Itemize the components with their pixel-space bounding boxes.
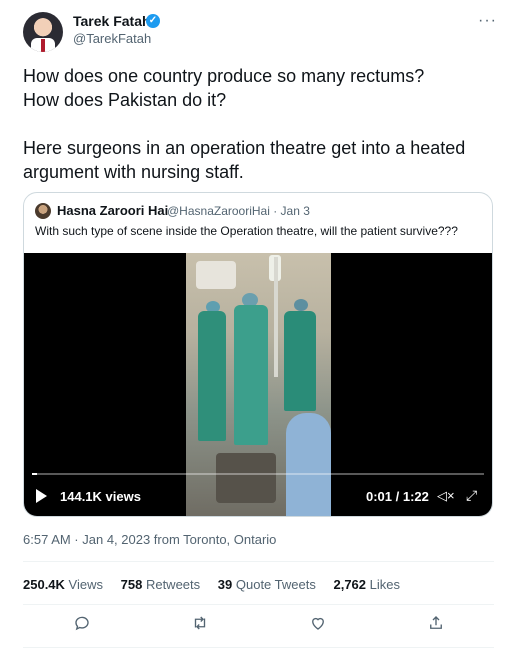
iv-pole — [274, 257, 278, 377]
share-icon[interactable] — [427, 614, 451, 638]
tweet-text: How does one country produce so many rec… — [23, 64, 503, 184]
staff-figure — [286, 413, 331, 516]
divider — [23, 604, 494, 605]
quotes-label: Quote Tweets — [235, 577, 316, 592]
video-progress-fill — [32, 473, 37, 475]
views-label: Views — [68, 577, 103, 592]
tweet-stats: 250.4K Views 758 Retweets 39 Quote Tweet… — [23, 577, 414, 592]
quotes-count: 39 — [217, 577, 233, 592]
quoted-author-handle-date: @HasnaZarooriHai · Jan 3 — [167, 204, 310, 218]
likes-label: Likes — [369, 577, 401, 592]
author-name[interactable]: Tarek Fatah — [73, 13, 151, 29]
floor-equipment — [216, 453, 276, 503]
tweet-actions — [23, 614, 494, 638]
more-options-icon[interactable]: ··· — [478, 12, 497, 30]
video-time: 0:01 / 1:22 — [366, 489, 429, 504]
author-avatar[interactable] — [23, 12, 63, 52]
quoted-tweet[interactable]: Hasna Zaroori Hai @HasnaZarooriHai · Jan… — [23, 192, 493, 517]
surgeon-figure — [284, 311, 316, 411]
surgeon-figure — [198, 311, 226, 441]
reply-icon[interactable] — [73, 614, 97, 638]
video-views: 144.1K views — [60, 489, 141, 504]
like-icon[interactable] — [309, 614, 333, 638]
verified-badge-icon: ✓ — [146, 14, 160, 28]
divider — [23, 561, 494, 562]
tweet-timestamp[interactable]: 6:57 AM · Jan 4, 2023 from Toronto, Onta… — [23, 532, 276, 547]
divider — [23, 647, 494, 648]
retweets-stat[interactable]: 758 Retweets — [121, 577, 201, 592]
play-icon[interactable] — [36, 489, 47, 503]
tweet: Tarek Fatah ✓ @TarekFatah ··· How does o… — [0, 0, 517, 652]
quotes-stat[interactable]: 39 Quote Tweets — [218, 577, 316, 592]
surgeon-cap — [294, 299, 308, 311]
fullscreen-icon[interactable]: ⤢ — [466, 487, 477, 504]
quoted-tweet-text: With such type of scene inside the Opera… — [35, 224, 458, 238]
tweet-text-line: How does one country produce so many rec… — [23, 66, 425, 86]
surgical-light — [196, 261, 236, 289]
tweet-text-line: How does Pakistan do it? — [23, 90, 227, 110]
views-count: 250.4K — [23, 577, 65, 592]
quoted-author-avatar — [35, 203, 51, 219]
likes-count: 2,762 — [333, 577, 367, 592]
video-player[interactable]: 144.1K views 0:01 / 1:22 ◁× ⤢ — [24, 253, 492, 516]
video-progress-track[interactable] — [32, 473, 484, 475]
avatar-tie — [41, 39, 45, 52]
likes-stat[interactable]: 2,762 Likes — [333, 577, 400, 592]
retweets-count: 758 — [120, 577, 143, 592]
mute-icon[interactable]: ◁× — [437, 488, 455, 504]
retweet-icon[interactable] — [191, 614, 215, 638]
tweet-text-line: Here surgeons in an operation theatre ge… — [23, 138, 466, 182]
views-stat: 250.4K Views — [23, 577, 103, 592]
author-handle[interactable]: @TarekFatah — [73, 31, 151, 46]
quoted-author-name: Hasna Zaroori Hai — [57, 203, 169, 218]
retweets-label: Retweets — [145, 577, 201, 592]
surgeon-figure — [234, 305, 268, 445]
video-frame — [186, 253, 331, 516]
